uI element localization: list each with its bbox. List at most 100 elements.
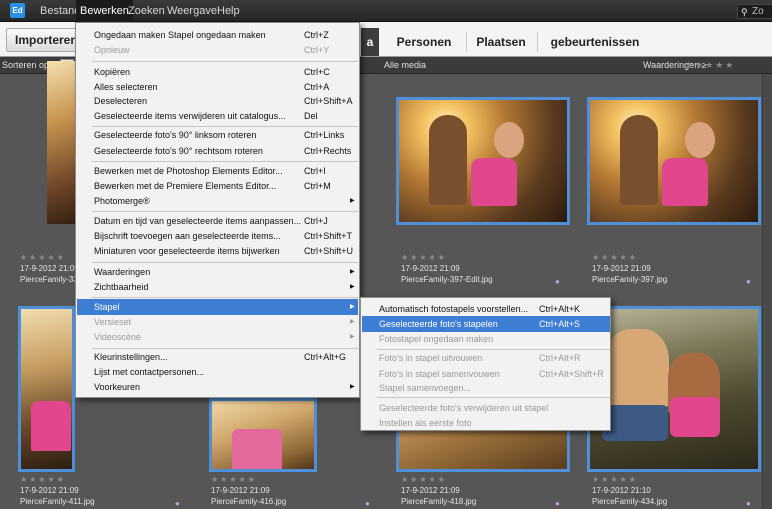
menu-item-edit-premiere[interactable]: Bewerken met de Premiere Elements Editor… — [77, 178, 358, 194]
submenu-item-auto-suggest-stacks[interactable]: Automatisch fotostapels voorstellen... Ct… — [362, 301, 610, 317]
menu-item-video-scene[interactable]: Videoscène ▶ — [77, 329, 358, 345]
submenu-arrow-icon: ▶ — [350, 319, 355, 325]
photo-filename: PierceFamily-397-Edit.jpg — [401, 275, 493, 284]
submenu-item-stack-selected[interactable]: Geselecteerde foto's stapelen Ctrl+Alt+S — [362, 316, 610, 332]
menu-item-add-caption[interactable]: Bijschrift toevoegen aan geselecteerde i… — [77, 228, 358, 244]
tab-divider — [466, 32, 467, 52]
import-button[interactable]: Importeren — [6, 28, 81, 52]
menu-item-preferences[interactable]: Voorkeuren ▶ — [77, 379, 358, 395]
menu-separator — [377, 397, 610, 398]
photo-rating-stars[interactable]: ★★★★★ — [211, 474, 286, 485]
photo-filename: PierceFamily-337 — [20, 275, 83, 284]
photo-thumbnail-selected[interactable] — [396, 97, 570, 225]
grid-scrollbar[interactable] — [762, 74, 772, 509]
menu-separator — [92, 262, 358, 263]
search-input[interactable]: ⚲ Zo — [737, 4, 772, 19]
photo-meta: ★★★★★ 17-9-2012 21:09 PierceFamily-397.j… — [592, 252, 667, 285]
menu-item-redo[interactable]: Opnieuw Ctrl+Y — [77, 42, 358, 58]
menu-item-deselect[interactable]: Deselecteren Ctrl+Shift+A — [77, 93, 358, 109]
menu-item-ratings[interactable]: Waarderingen ▶ — [77, 264, 358, 280]
menu-item-stack[interactable]: Stapel ▶ — [77, 299, 358, 315]
photo-meta: ★★★★★ 17-9-2012 21:09 PierceFamily-397-E… — [401, 252, 493, 285]
photo-date: 17-9-2012 21:09 — [401, 486, 460, 495]
submenu-item-unstack[interactable]: Fotostapel ongedaan maken — [362, 331, 610, 347]
menu-bar: Ed Bestand Bewerken Zoeken Weergave Help… — [0, 0, 772, 22]
photo-date: 17-9-2012 21:09 — [401, 264, 460, 273]
stack-badge-icon: ● — [365, 499, 370, 508]
sort-label: Sorteren op: — [2, 60, 52, 70]
submenu-item-set-top-photo[interactable]: Instellen als eerste foto — [362, 415, 610, 431]
photo-rating-stars[interactable]: ★★★★★ — [592, 252, 667, 263]
photo-rating-stars[interactable]: ★★★★★ — [20, 252, 82, 263]
submenu-arrow-icon: ▶ — [350, 269, 355, 275]
tab-personen[interactable]: Personen — [384, 28, 464, 56]
photo-date: 17-9-2012 21:09 — [20, 486, 79, 495]
photo-filename: PierceFamily-434.jpg — [592, 497, 668, 506]
submenu-arrow-icon: ▶ — [350, 304, 355, 310]
photo-rating-stars[interactable]: ★★★★★ — [401, 474, 476, 485]
tab-plaatsen[interactable]: Plaatsen — [468, 28, 534, 56]
rating-filter-stars[interactable]: ★★★★★ — [685, 57, 735, 74]
submenu-arrow-icon: ▶ — [350, 384, 355, 390]
submenu-arrow-icon: ▶ — [350, 198, 355, 204]
photo-date: 17-9-2012 21:10 — [592, 486, 651, 495]
photo-meta: ★★★★★ 17-9-2012 21:10 PierceFamily-434.j… — [592, 474, 667, 507]
menu-separator — [92, 161, 358, 162]
photo-thumbnail-selected[interactable] — [209, 398, 317, 472]
photo-filename: PierceFamily-411.jpg — [20, 497, 95, 506]
photo-filename: PierceFamily-416.jpg — [211, 497, 287, 506]
menu-separator — [92, 297, 358, 298]
stack-badge-icon: ● — [746, 277, 751, 286]
photo-meta: ★★★★★ 17-9-2012 21:09 PierceFamily-418.j… — [401, 474, 476, 507]
photo-date: 17-9-2012 21:09 — [211, 486, 270, 495]
photo-filename: PierceFamily-397.jpg — [592, 275, 668, 284]
submenu-item-flatten-stack[interactable]: Stapel samenvoegen... — [362, 380, 610, 396]
menu-item-update-thumbnails[interactable]: Miniaturen voor geselecteerde items bijw… — [77, 243, 358, 259]
submenu-item-expand-stack[interactable]: Foto's in stapel uitvouwen Ctrl+Alt+R — [362, 350, 610, 366]
menu-item-version-set[interactable]: Versieset ▶ — [77, 314, 358, 330]
photo-filename: PierceFamily-418.jpg — [401, 497, 477, 506]
app-logo-icon: Ed — [10, 3, 25, 18]
menu-item-contacts[interactable]: Lijst met contactpersonen... — [77, 364, 358, 380]
stack-badge-icon: ● — [175, 499, 180, 508]
menu-item-rotate-right[interactable]: Geselecteerde foto's 90° rechtsom rotere… — [77, 143, 358, 159]
menu-separator — [92, 61, 358, 62]
menu-zoeken[interactable]: Zoeken — [124, 0, 169, 22]
tab-media[interactable]: a — [361, 28, 379, 56]
app-window: Ed Bestand Bewerken Zoeken Weergave Help… — [0, 0, 772, 509]
menu-item-color-settings[interactable]: Kleurinstellingen... Ctrl+Alt+G — [77, 349, 358, 365]
submenu-item-remove-from-stack[interactable]: Geselecteerde foto's verwijderen uit sta… — [362, 400, 610, 416]
menu-item-edit-photoshop[interactable]: Bewerken met de Photoshop Elements Edito… — [77, 163, 358, 179]
photo-meta: ★★★★★ 17-9-2012 21:09 PierceFamily-411.j… — [20, 474, 95, 507]
menu-help[interactable]: Help — [213, 0, 244, 22]
menu-item-copy[interactable]: Kopiëren Ctrl+C — [77, 64, 358, 80]
menu-item-adjust-date[interactable]: Datum en tijd van geselecteerde items aa… — [77, 213, 358, 229]
media-filter-label: Alle media — [384, 60, 427, 70]
photo-thumbnail-selected[interactable] — [587, 97, 761, 225]
photo-rating-stars[interactable]: ★★★★★ — [401, 252, 493, 263]
stack-submenu: Automatisch fotostapels voorstellen... Ct… — [360, 297, 611, 431]
photo-rating-stars[interactable]: ★★★★★ — [592, 474, 667, 485]
photo-date: 17-9-2012 21:09 — [20, 264, 79, 273]
search-placeholder: Zo — [752, 6, 764, 17]
edit-menu-dropdown: Ongedaan maken Stapel ongedaan maken Ctrl… — [75, 22, 360, 398]
menu-item-visibility[interactable]: Zichtbaarheid ▶ — [77, 279, 358, 295]
menu-separator — [92, 211, 358, 212]
stack-badge-icon: ● — [555, 277, 560, 286]
tab-gebeurtenissen[interactable]: gebeurtenissen — [540, 28, 650, 56]
stack-badge-icon: ● — [555, 499, 560, 508]
photo-meta: ★★★★★ 17-9-2012 21:09 PierceFamily-337 — [20, 252, 82, 285]
photo-date: 17-9-2012 21:09 — [592, 264, 651, 273]
stack-badge-icon: ● — [746, 499, 751, 508]
magnifier-icon: ⚲ — [741, 7, 748, 17]
menu-item-undo[interactable]: Ongedaan maken Stapel ongedaan maken Ctrl… — [77, 27, 358, 43]
photo-thumbnail-selected[interactable] — [18, 306, 75, 472]
photo-meta: ★★★★★ 17-9-2012 21:09 PierceFamily-416.j… — [211, 474, 286, 507]
submenu-arrow-icon: ▶ — [350, 334, 355, 340]
tab-divider — [537, 32, 538, 52]
menu-item-delete-from-catalog[interactable]: Geselecteerde items verwijderen uit cata… — [77, 108, 358, 124]
photo-thumbnail-selected[interactable] — [587, 306, 761, 472]
photo-rating-stars[interactable]: ★★★★★ — [20, 474, 95, 485]
menu-item-rotate-left[interactable]: Geselecteerde foto's 90° linksom roteren… — [77, 127, 358, 143]
menu-item-photomerge[interactable]: Photomerge® ▶ — [77, 193, 358, 209]
